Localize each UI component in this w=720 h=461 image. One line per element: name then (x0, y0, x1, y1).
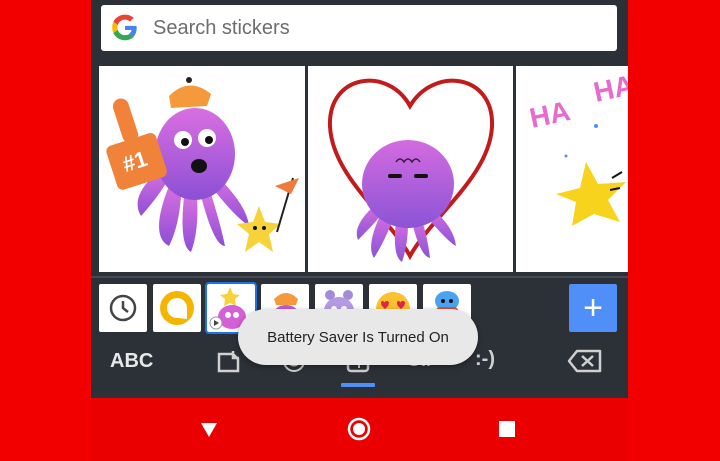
google-g-icon (112, 14, 137, 41)
allo-pack-tab[interactable] (153, 284, 201, 332)
plus-icon: + (583, 289, 603, 327)
emoticon-button[interactable]: :-) (475, 348, 495, 371)
abc-button[interactable]: ABC (110, 350, 153, 373)
search-input[interactable] (151, 15, 575, 41)
divider (91, 276, 628, 278)
navigation-bar (91, 398, 628, 461)
sticker-laughing-star[interactable]: HA HA (516, 66, 628, 272)
ha-text-1: HA (527, 95, 573, 134)
recents-square-icon[interactable] (498, 420, 516, 438)
clock-icon (109, 294, 137, 322)
sticker-grid: #1 HA HA (99, 66, 628, 272)
octopus-heart-art (327, 78, 495, 262)
add-sticker-button[interactable]: + (569, 284, 617, 332)
sticker-octopus-heart[interactable] (308, 66, 513, 272)
recents-tab[interactable] (99, 284, 147, 332)
laughing-star-art: HA HA (527, 69, 628, 226)
home-circle-icon[interactable] (347, 417, 371, 441)
back-triangle-icon[interactable] (200, 422, 218, 438)
search-bar[interactable] (101, 5, 617, 51)
sticker-octopus-foam-finger[interactable]: #1 (99, 66, 305, 272)
allo-icon (160, 291, 194, 325)
ha-text-2: HA (591, 69, 628, 108)
octopus-foam-finger-art: #1 (106, 77, 299, 252)
backspace-icon[interactable] (567, 348, 603, 374)
sticker-note-icon[interactable] (216, 348, 242, 374)
selected-tab-indicator (341, 383, 375, 387)
keyboard-panel: #1 (91, 0, 628, 461)
toast-message: Battery Saver Is Turned On (238, 309, 478, 365)
